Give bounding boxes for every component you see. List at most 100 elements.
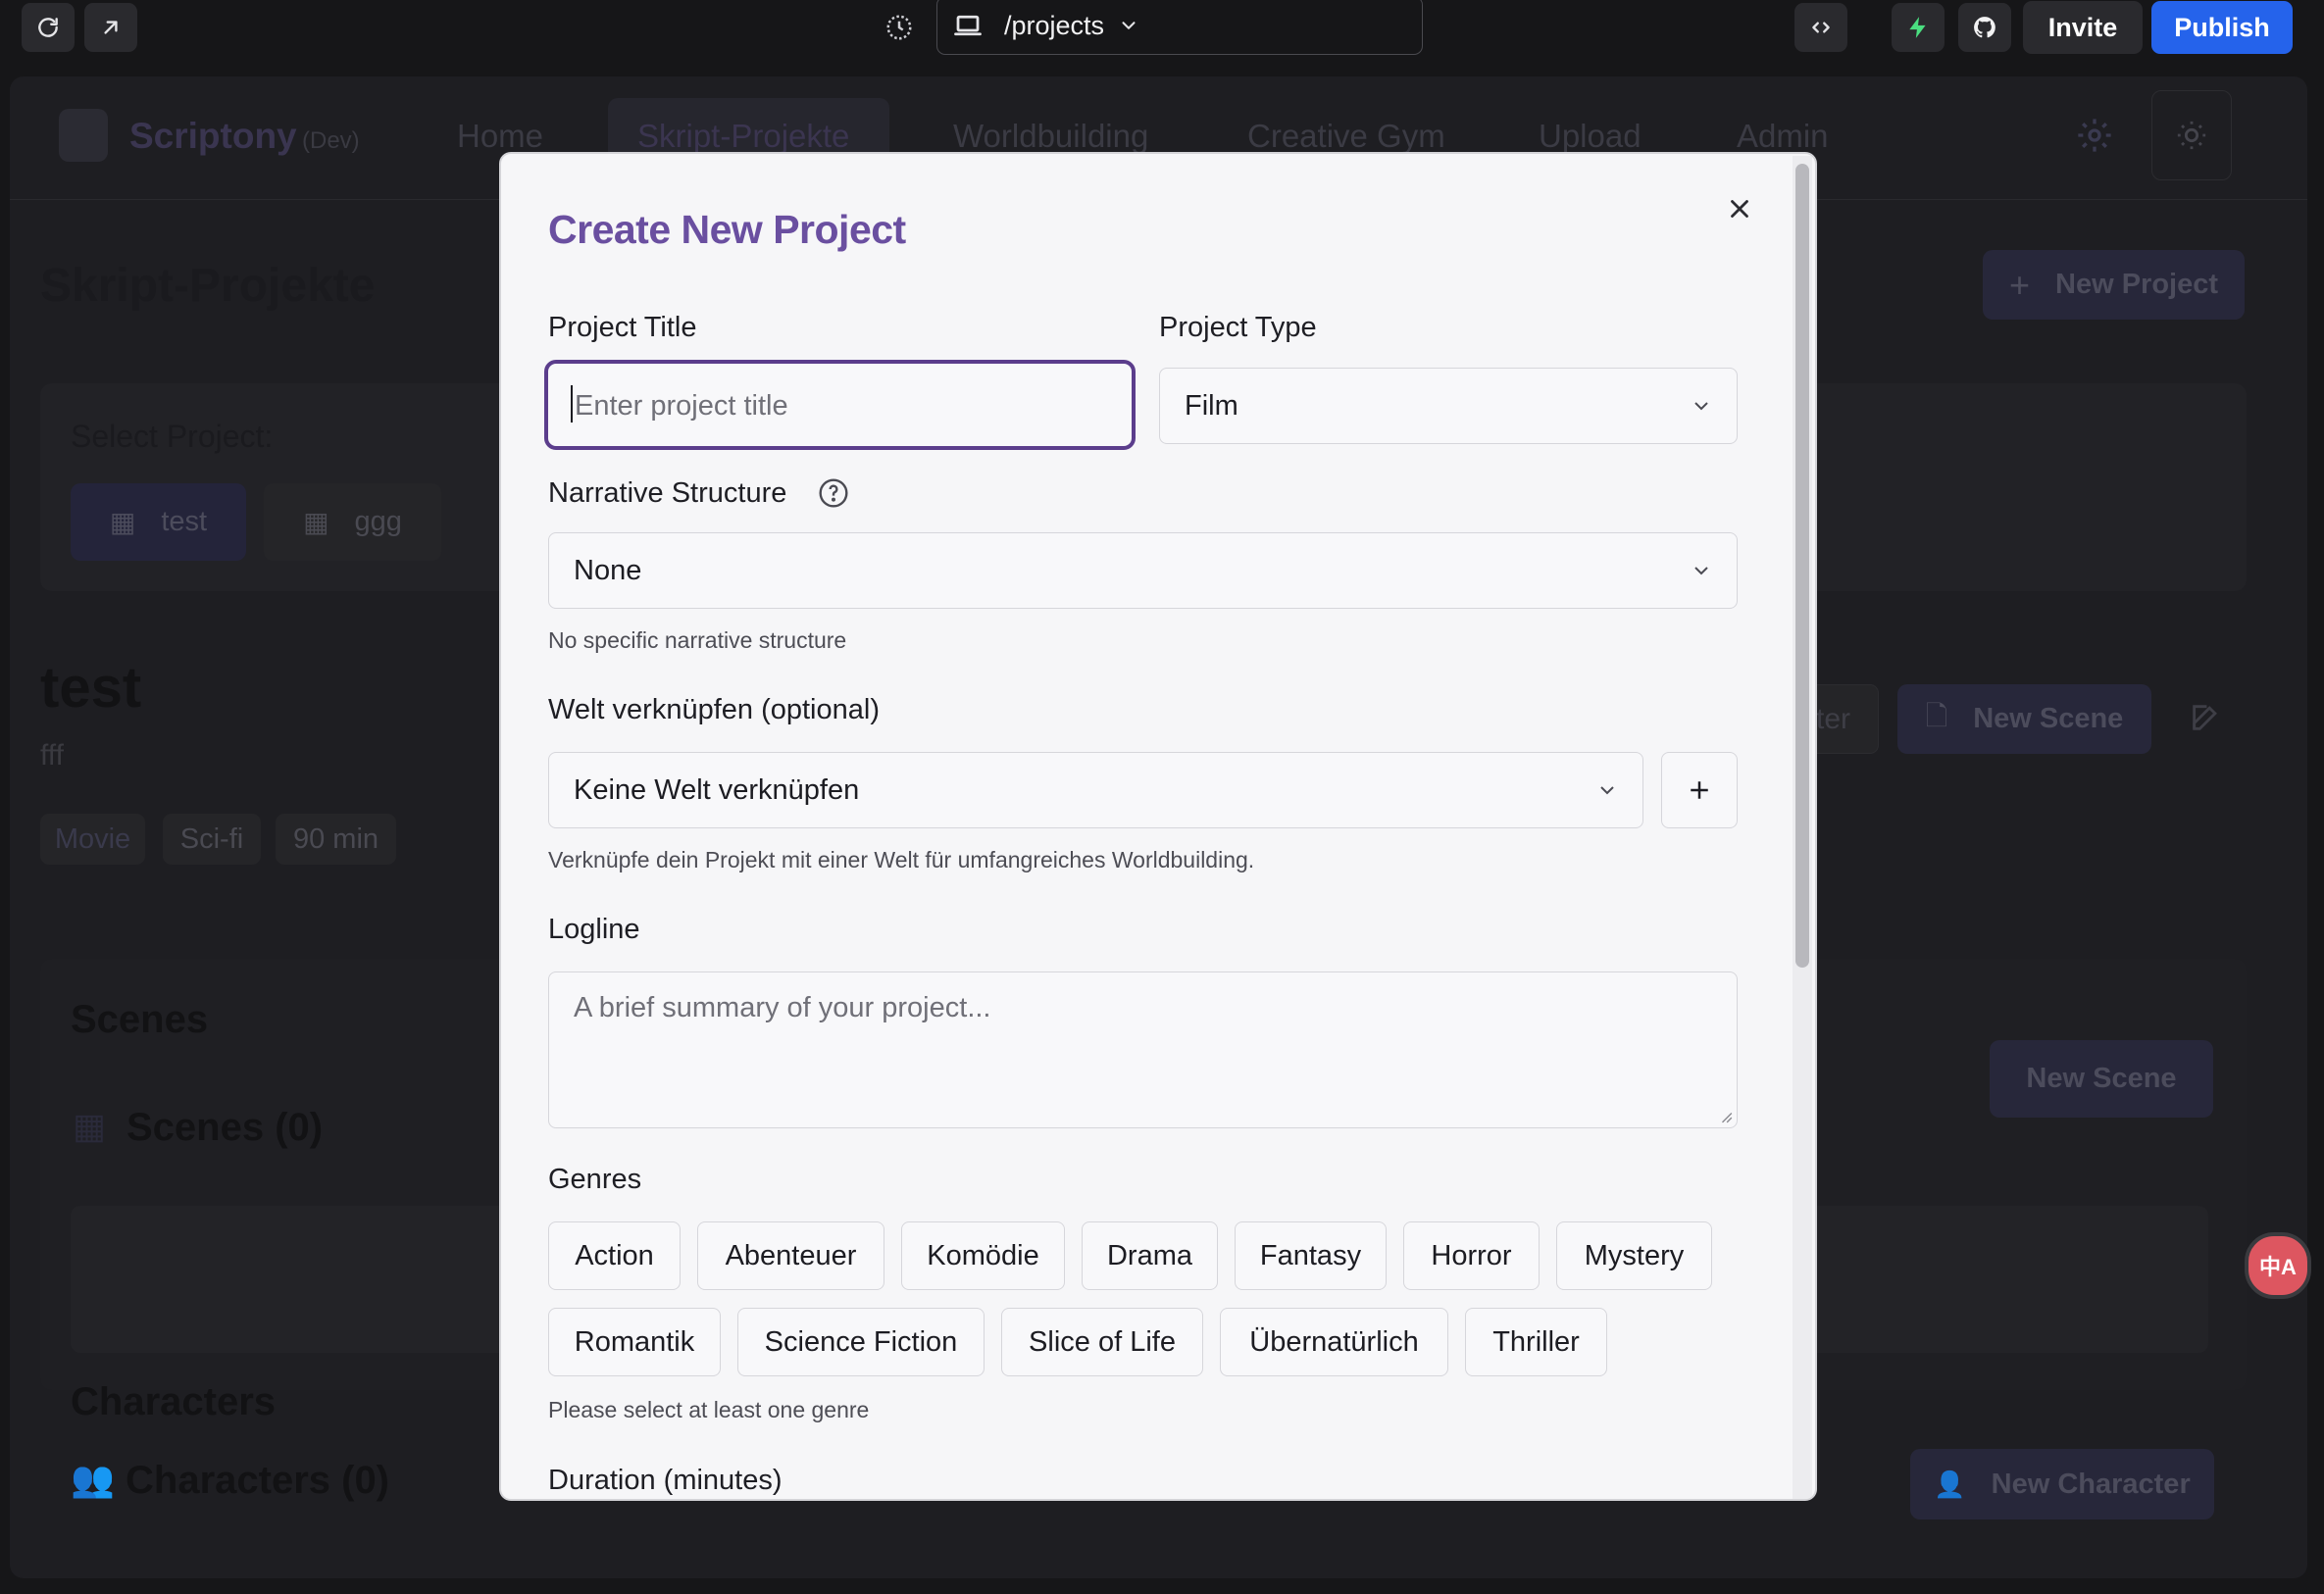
world-link-label: Welt verknüpfen (optional)	[548, 694, 880, 725]
project-type-value: Film	[1185, 389, 1238, 422]
scenes-heading: Scenes	[71, 998, 209, 1041]
chevron-down-icon	[1694, 567, 1708, 575]
settings-gear-icon[interactable]	[2075, 116, 2114, 155]
new-scene-label: New Scene	[1973, 703, 2124, 734]
genre-chip-science-fiction[interactable]: Science Fiction	[737, 1308, 985, 1376]
laptop-icon	[954, 15, 982, 36]
genre-chip-thriller[interactable]: Thriller	[1465, 1308, 1607, 1376]
project-tab-label: ggg	[354, 506, 402, 537]
genre-chip-romantik[interactable]: Romantik	[548, 1308, 721, 1376]
file-plus-icon: 🗋	[1925, 700, 1948, 731]
select-project-label: Select Project:	[71, 419, 274, 454]
logline-textarea[interactable]: A brief summary of your project...	[548, 971, 1738, 1128]
theme-toggle-button[interactable]	[2151, 90, 2232, 180]
close-button[interactable]	[1720, 189, 1759, 228]
narrative-structure-label: Narrative Structure	[548, 477, 787, 509]
bolt-icon	[1909, 17, 1926, 38]
narrative-structure-select[interactable]: None	[548, 532, 1738, 609]
close-icon	[1731, 200, 1748, 218]
sun-icon	[2177, 121, 2206, 150]
page-title: Skript-Projekte	[40, 260, 376, 312]
project-tab-test[interactable]: ▦ test	[71, 483, 246, 561]
world-helper-text: Verknüpfe dein Projekt mit einer Welt fü…	[548, 847, 1255, 872]
reload-button[interactable]	[22, 3, 75, 52]
env-badge: (Dev)	[302, 127, 360, 154]
project-title-input[interactable]: Enter project title	[544, 360, 1136, 450]
dialog-scrollbar-thumb[interactable]	[1795, 164, 1809, 968]
world-link-value: Keine Welt verknüpfen	[574, 773, 860, 806]
narrative-helper-text: No specific narrative structure	[548, 627, 847, 653]
plus-icon	[1691, 781, 1708, 799]
chevron-down-icon	[1600, 786, 1614, 795]
users-icon: 👥	[71, 1459, 115, 1499]
film-icon: ▦	[73, 1106, 107, 1146]
narrative-structure-value: None	[574, 554, 642, 586]
project-subtitle: fff	[40, 739, 64, 772]
url-text: /projects	[1004, 10, 1105, 40]
invite-button[interactable]: Invite	[2023, 1, 2143, 54]
project-title-placeholder: Enter project title	[575, 390, 788, 422]
nav-skript-projekte[interactable]: Skript-Projekte	[637, 118, 849, 155]
reload-icon	[38, 18, 58, 37]
nav-creative-gym[interactable]: Creative Gym	[1247, 118, 1445, 155]
project-type-select[interactable]: Film	[1159, 368, 1738, 444]
logo-icon	[59, 109, 108, 162]
add-world-button[interactable]	[1661, 752, 1738, 828]
new-character-label: New Character	[1991, 1468, 2191, 1500]
project-title: test	[40, 656, 142, 720]
code-view-button[interactable]	[1794, 3, 1847, 52]
user-plus-icon: 👤	[1934, 1469, 1966, 1499]
genre-chip-mystery[interactable]: Mystery	[1556, 1221, 1712, 1290]
project-type-label: Project Type	[1159, 312, 1317, 343]
genres-label: Genres	[548, 1164, 642, 1195]
new-project-button[interactable]: + New Project	[1983, 250, 2245, 320]
genre-chip-slice-of-life[interactable]: Slice of Life	[1001, 1308, 1203, 1376]
edit-icon[interactable]	[2189, 701, 2222, 734]
new-project-label: New Project	[2055, 269, 2219, 300]
open-external-button[interactable]	[84, 3, 137, 52]
nav-home[interactable]: Home	[457, 118, 543, 155]
film-icon: ▦	[109, 507, 136, 537]
project-title-label: Project Title	[548, 312, 697, 343]
duration-label: Duration (minutes)	[548, 1465, 783, 1496]
supabase-button[interactable]	[1892, 3, 1945, 52]
project-tab-ggg[interactable]: ▦ ggg	[264, 483, 441, 561]
new-scene-header-button[interactable]: 🗋 New Scene	[1897, 684, 2151, 754]
url-bar[interactable]: /projects	[936, 0, 1423, 55]
characters-heading: Characters	[71, 1380, 277, 1423]
help-circle-icon[interactable]	[818, 477, 849, 509]
dialog-title: Create New Project	[548, 207, 906, 252]
characters-count: Characters (0)	[126, 1459, 390, 1502]
arrow-up-right-icon	[104, 21, 118, 34]
genre-chip-abenteuer[interactable]: Abenteuer	[697, 1221, 884, 1290]
new-scene-button[interactable]: New Scene	[1990, 1040, 2213, 1118]
brand-name: Scriptony	[129, 116, 297, 156]
history-icon[interactable]	[884, 13, 914, 42]
genre-chip-uebernatuerlich[interactable]: Übernatürlich	[1220, 1308, 1448, 1376]
tag-duration: 90 min	[276, 814, 396, 865]
genre-chip-horror[interactable]: Horror	[1403, 1221, 1540, 1290]
text-cursor	[571, 385, 573, 423]
new-character-button[interactable]: 👤 New Character	[1910, 1449, 2214, 1519]
genre-chip-fantasy[interactable]: Fantasy	[1235, 1221, 1387, 1290]
code-icon	[1812, 22, 1830, 33]
project-tab-label: test	[161, 506, 208, 537]
github-icon	[1974, 17, 1996, 38]
publish-button[interactable]: Publish	[2151, 1, 2293, 54]
logline-label: Logline	[548, 914, 640, 945]
logline-placeholder: A brief summary of your project...	[574, 992, 991, 1023]
chevron-down-icon	[1694, 402, 1708, 411]
nav-admin[interactable]: Admin	[1737, 118, 1829, 155]
translate-extension-button[interactable]: 中A	[2245, 1232, 2311, 1299]
nav-upload[interactable]: Upload	[1539, 118, 1642, 155]
genre-chip-action[interactable]: Action	[548, 1221, 681, 1290]
genre-chip-drama[interactable]: Drama	[1082, 1221, 1218, 1290]
genre-chip-komoedie[interactable]: Komödie	[901, 1221, 1065, 1290]
nav-worldbuilding[interactable]: Worldbuilding	[953, 118, 1148, 155]
world-link-select[interactable]: Keine Welt verknüpfen	[548, 752, 1643, 828]
plus-icon: +	[2008, 264, 2031, 305]
github-button[interactable]	[1958, 3, 2011, 52]
tag-genre: Sci-fi	[163, 814, 261, 865]
resize-handle-icon[interactable]	[1719, 1110, 1733, 1123]
chevron-down-icon	[1122, 22, 1136, 29]
